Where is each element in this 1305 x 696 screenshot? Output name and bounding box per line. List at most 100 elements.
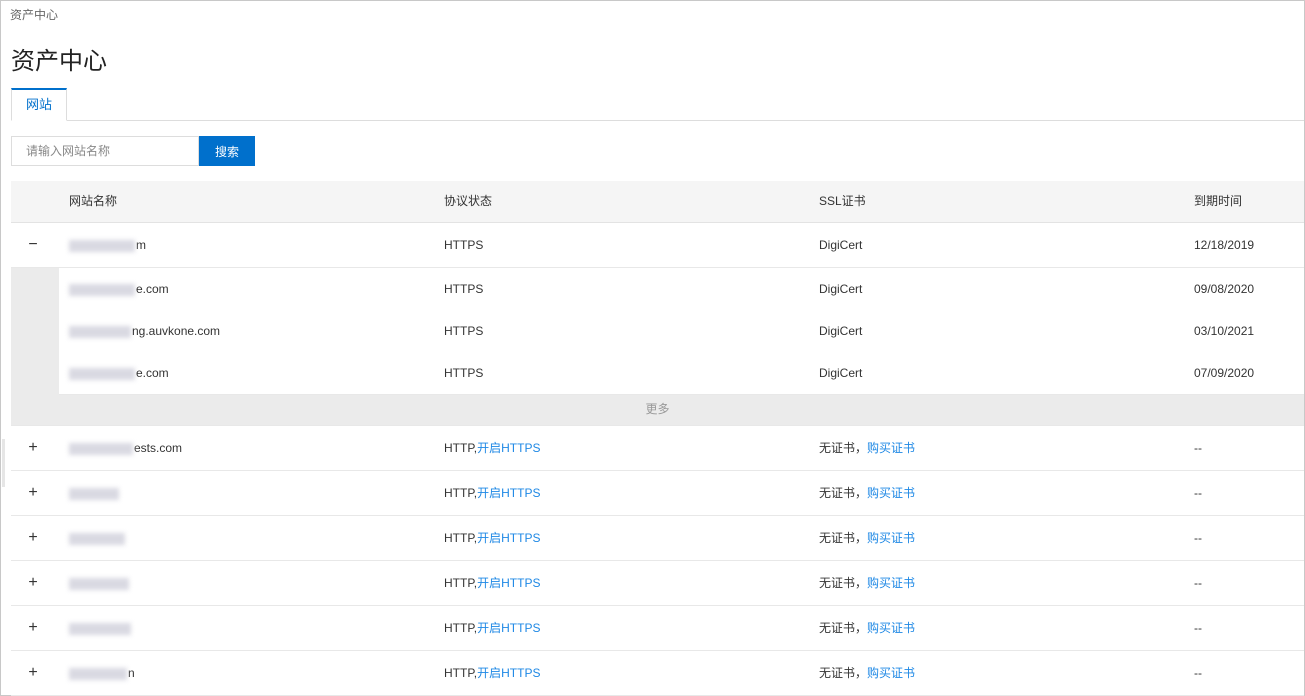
expand-icon[interactable]: + xyxy=(25,471,41,515)
buy-certificate-link[interactable]: 购买证书 xyxy=(867,576,915,590)
expiry-date: 09/08/2020 xyxy=(1194,282,1255,296)
table-row[interactable]: + HTTP,开启HTTPS 无证书，购买证书 -- xyxy=(11,561,1304,606)
website-name: m xyxy=(69,223,146,267)
protocol-status: HTTP,开启HTTPS xyxy=(444,471,540,515)
ssl-text: 无证书， xyxy=(819,531,868,545)
expanded-subtable: e.com HTTPS DigiCert 09/08/2020 ng.auvko… xyxy=(11,268,1304,426)
sub-row: ng.auvkone.com HTTPS DigiCert 03/10/2021 xyxy=(11,310,1304,353)
expiry-date: -- xyxy=(1194,576,1202,590)
ssl-certificate: 无证书，购买证书 xyxy=(819,471,915,515)
buy-certificate-link[interactable]: 购买证书 xyxy=(867,621,915,635)
protocol-text: HTTP, xyxy=(444,441,478,455)
ssl-certificate: DigiCert xyxy=(819,282,863,296)
protocol-text: HTTP, xyxy=(444,486,478,500)
website-name-text: n xyxy=(128,666,135,680)
expand-icon[interactable]: + xyxy=(25,606,41,650)
buy-certificate-link[interactable]: 购买证书 xyxy=(867,441,915,455)
collapse-icon[interactable]: − xyxy=(25,223,41,267)
website-name: n xyxy=(69,651,135,695)
column-header-expiry: 到期时间 xyxy=(1194,194,1243,208)
ssl-text: 无证书， xyxy=(819,666,868,680)
ssl-certificate: 无证书，购买证书 xyxy=(819,561,915,605)
enable-https-link[interactable]: 开启HTTPS xyxy=(477,576,540,590)
website-name xyxy=(69,606,132,650)
ssl-certificate: DigiCert xyxy=(819,366,863,380)
table-header: 网站名称 协议状态 SSL证书 到期时间 xyxy=(11,181,1304,223)
search-input[interactable] xyxy=(11,136,199,166)
website-name xyxy=(69,471,120,515)
search-bar: 搜索 xyxy=(11,136,255,166)
protocol-text: HTTP, xyxy=(444,666,478,680)
ssl-text: 无证书， xyxy=(819,576,868,590)
table-row[interactable]: − m HTTPS DigiCert 12/18/2019 xyxy=(11,223,1304,268)
website-name-text: e.com xyxy=(136,282,169,296)
website-name: ng.auvkone.com xyxy=(69,310,220,352)
buy-certificate-link[interactable]: 购买证书 xyxy=(867,531,915,545)
page-title: 资产中心 xyxy=(11,48,107,75)
ssl-certificate: DigiCert xyxy=(819,324,863,338)
table-row[interactable]: + HTTP,开启HTTPS 无证书，购买证书 -- xyxy=(11,516,1304,561)
website-table: 网站名称 协议状态 SSL证书 到期时间 − m HTTPS DigiCert … xyxy=(11,181,1304,696)
website-name: e.com xyxy=(69,352,169,394)
search-button[interactable]: 搜索 xyxy=(199,136,255,166)
tab-bar: 网站 xyxy=(11,88,1304,121)
website-name-text: ng.auvkone.com xyxy=(132,324,221,338)
protocol-status: HTTP,开启HTTPS xyxy=(444,561,540,605)
enable-https-link[interactable]: 开启HTTPS xyxy=(477,531,540,545)
website-name xyxy=(69,561,130,605)
expiry-date: 03/10/2021 xyxy=(1194,324,1255,338)
protocol-status: HTTP,开启HTTPS xyxy=(444,516,540,560)
breadcrumb: 资产中心 xyxy=(10,8,59,22)
buy-certificate-link[interactable]: 购买证书 xyxy=(867,486,915,500)
sub-row: e.com HTTPS DigiCert 09/08/2020 xyxy=(11,268,1304,311)
expand-icon[interactable]: + xyxy=(25,426,41,470)
ssl-certificate: 无证书，购买证书 xyxy=(819,516,915,560)
column-header-ssl: SSL证书 xyxy=(819,194,866,208)
website-name-text: ests.com xyxy=(134,441,183,455)
buy-certificate-link[interactable]: 购买证书 xyxy=(867,666,915,680)
ssl-certificate: 无证书，购买证书 xyxy=(819,426,915,470)
column-header-name: 网站名称 xyxy=(69,194,118,208)
enable-https-link[interactable]: 开启HTTPS xyxy=(477,441,540,455)
table-row[interactable]: + HTTP,开启HTTPS 无证书，购买证书 -- xyxy=(11,606,1304,651)
website-name-text: e.com xyxy=(136,366,169,380)
protocol-status: HTTP,开启HTTPS xyxy=(444,651,540,695)
table-row[interactable]: + n HTTP,开启HTTPS 无证书，购买证书 -- xyxy=(11,651,1304,696)
expand-icon[interactable]: + xyxy=(25,561,41,605)
enable-https-link[interactable]: 开启HTTPS xyxy=(477,621,540,635)
website-name: ests.com xyxy=(69,426,182,470)
expand-icon[interactable]: + xyxy=(25,651,41,695)
protocol-status: HTTPS xyxy=(444,324,484,338)
expiry-date: -- xyxy=(1194,531,1202,545)
protocol-status: HTTP,开启HTTPS xyxy=(444,426,540,470)
protocol-status: HTTPS xyxy=(444,366,484,380)
expiry-date: 07/09/2020 xyxy=(1194,366,1255,380)
ssl-certificate: 无证书，购买证书 xyxy=(819,651,915,695)
expiry-date: 12/18/2019 xyxy=(1194,238,1255,252)
table-row[interactable]: + ests.com HTTP,开启HTTPS 无证书，购买证书 -- xyxy=(11,426,1304,471)
sub-row: e.com HTTPS DigiCert 07/09/2020 xyxy=(11,352,1304,395)
protocol-text: HTTP, xyxy=(444,621,478,635)
enable-https-link[interactable]: 开启HTTPS xyxy=(477,666,540,680)
ssl-text: 无证书， xyxy=(819,441,868,455)
protocol-status: HTTPS xyxy=(444,282,484,296)
more-link[interactable]: 更多 xyxy=(11,394,1304,426)
expiry-date: -- xyxy=(1194,486,1202,500)
enable-https-link[interactable]: 开启HTTPS xyxy=(477,486,540,500)
protocol-status: HTTP,开启HTTPS xyxy=(444,606,540,650)
expand-icon[interactable]: + xyxy=(25,516,41,560)
protocol-text: HTTP, xyxy=(444,531,478,545)
protocol-text: HTTP, xyxy=(444,576,478,590)
column-header-protocol: 协议状态 xyxy=(444,194,493,208)
website-name: e.com xyxy=(69,268,169,310)
ssl-text: 无证书， xyxy=(819,486,868,500)
website-name-text: m xyxy=(136,238,146,252)
ssl-certificate: 无证书，购买证书 xyxy=(819,606,915,650)
table-row[interactable]: + HTTP,开启HTTPS 无证书，购买证书 -- xyxy=(11,471,1304,516)
website-name xyxy=(69,516,126,560)
ssl-certificate: DigiCert xyxy=(819,238,863,252)
tab-website[interactable]: 网站 xyxy=(11,88,67,121)
scroll-handle[interactable] xyxy=(2,439,5,487)
ssl-text: 无证书， xyxy=(819,621,868,635)
expiry-date: -- xyxy=(1194,621,1202,635)
